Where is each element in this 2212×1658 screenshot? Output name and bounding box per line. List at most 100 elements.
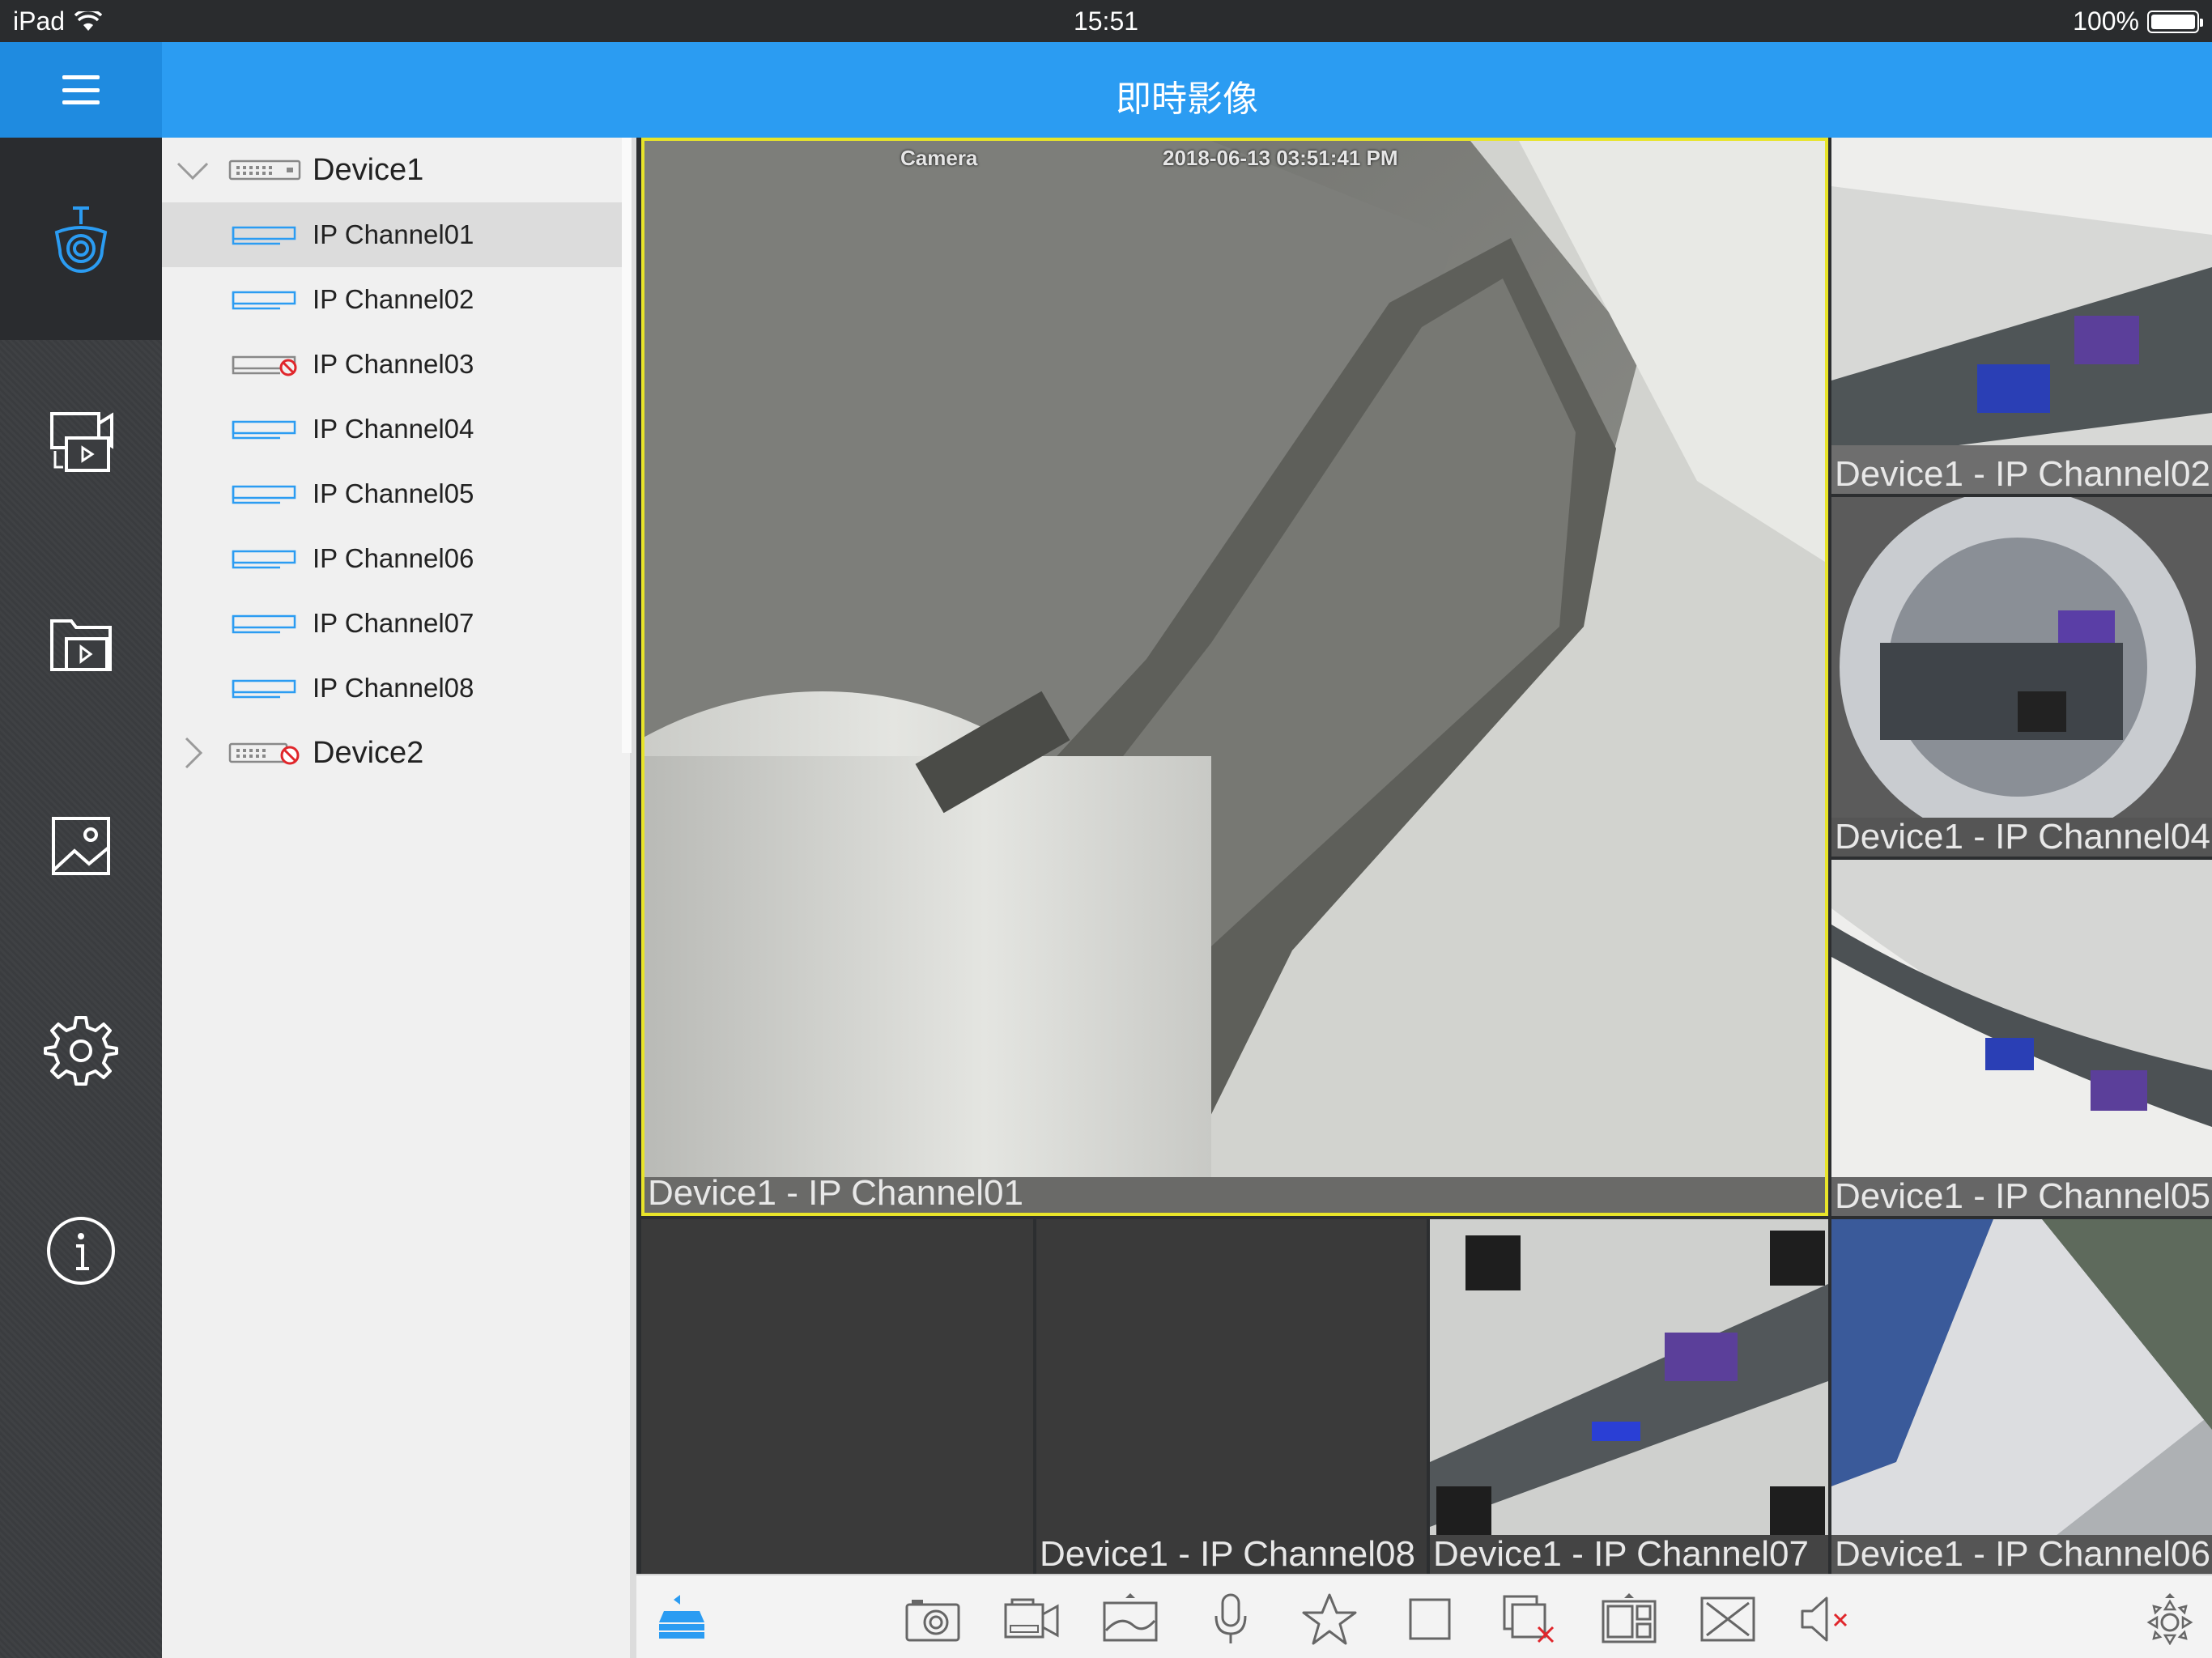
nav-local-video[interactable] [0,542,162,745]
tree-channel[interactable]: IP Channel02 [162,267,623,332]
video-tile-channel06[interactable]: Device1 - IP Channel06 [1831,1219,2212,1574]
camera-feed-image [644,141,1825,1213]
tree-device1[interactable]: Device1 [162,138,623,202]
window-icon [1409,1598,1451,1640]
nav-settings[interactable] [0,947,162,1150]
battery-percent: 100% [2073,6,2139,36]
ip-camera-icon [232,420,296,440]
camera-feed-image [1831,138,2212,494]
tile-caption: Device1 - IP Channel01 [648,1173,1023,1213]
video-tile-main[interactable]: Camera 2018-06-13 03:51:41 PM Device1 - … [641,138,1828,1216]
video-tile-channel08[interactable]: Device1 - IP Channel08 [1036,1219,1427,1574]
battery-icon [2147,10,2203,33]
bottom-toolbar [636,1574,2212,1658]
status-bar: iPad 15:51 100% [0,0,2212,42]
picture-icon [52,817,110,875]
device-list-icon [659,1595,704,1639]
microphone-button[interactable] [1202,1593,1260,1645]
mute-icon [1801,1596,1848,1642]
channel-label: IP Channel04 [313,414,474,444]
image-quality-button[interactable] [1101,1593,1159,1645]
ip-camera-icon [232,550,296,569]
snapshot-icon [905,1600,960,1642]
tree-channel[interactable]: IP Channel04 [162,397,623,461]
chevron-down-icon [177,162,209,181]
channel-label: IP Channel01 [313,219,474,249]
channel-label: IP Channel03 [313,349,474,379]
tree-device2[interactable]: Device2 [162,721,623,785]
ptz-button[interactable] [2141,1593,2199,1646]
tree-channel[interactable]: IP Channel08 [162,656,623,721]
tree-channel[interactable]: IP Channel07 [162,591,623,656]
video-tile-channel02[interactable]: Device1 - IP Channel02 [1831,138,2212,494]
osd-camera-name: Camera [900,146,978,170]
device-tree: Device1 IP Channel01 IP Channel02 IP Chann… [162,138,636,1658]
left-nav-rail [0,138,162,1658]
page-title: 即時影像 [1116,79,1258,119]
microphone-icon [1214,1593,1247,1643]
clock: 15:51 [1073,6,1139,36]
tile-caption: Device1 - IP Channel05 [1835,1176,2210,1216]
osd-timestamp: 2018-06-13 03:51:41 PM [1163,146,1398,170]
channel-label: IP Channel05 [313,478,474,508]
settings-icon [44,1016,118,1086]
ptz-icon [2146,1593,2193,1646]
camera-icon [54,206,108,273]
ip-camera-icon [232,291,296,310]
hamburger-icon [62,75,100,104]
mute-button[interactable] [1799,1593,1857,1645]
tile-caption: Device1 - IP Channel06 [1835,1534,2210,1574]
channel-label: IP Channel08 [313,673,474,703]
device-list-button[interactable] [653,1593,711,1645]
record-icon [1004,1598,1059,1639]
video-grid: Camera 2018-06-13 03:51:41 PM Device1 - … [636,138,2212,1574]
layout-button[interactable] [1600,1593,1658,1645]
info-icon [47,1217,115,1285]
menu-button[interactable] [0,42,162,138]
camera-feed-image [1430,1219,1828,1574]
device2-label: Device2 [313,735,424,770]
channel-label: IP Channel07 [313,608,474,638]
ip-camera-icon [232,679,296,699]
ip-camera-icon [232,485,296,504]
video-tile-channel04[interactable]: Device1 - IP Channel04 [1831,497,2212,857]
header-bar: 即時影像 [162,42,2212,138]
record-button[interactable] [1002,1593,1061,1645]
tree-channel[interactable]: IP Channel05 [162,461,623,526]
video-tile-empty[interactable] [641,1219,1033,1574]
fullscreen-button[interactable] [1699,1593,1757,1645]
tree-channel[interactable]: IP Channel06 [162,526,623,591]
close-window-button[interactable] [1501,1593,1559,1645]
tile-caption: Device1 - IP Channel04 [1835,817,2210,857]
chevron-right-icon [185,737,203,769]
ip-camera-icon [232,614,296,634]
playback-icon [50,412,113,472]
favorite-icon [1302,1593,1357,1645]
video-tile-channel07[interactable]: Device1 - IP Channel07 [1430,1219,1828,1574]
window-button[interactable] [1401,1593,1459,1645]
image-quality-icon [1103,1593,1158,1642]
nav-information[interactable] [0,1150,162,1352]
tile-caption: Device1 - IP Channel07 [1433,1534,1809,1574]
fullscreen-icon [1700,1596,1755,1642]
camera-feed-image [1831,497,2212,857]
channel-label: IP Channel02 [313,284,474,314]
nav-remote-playback[interactable] [0,340,162,542]
ip-camera-offline-icon [232,355,297,376]
close-window-icon [1503,1595,1555,1643]
nav-live-view[interactable] [0,138,162,340]
device1-label: Device1 [313,152,424,187]
dvr-icon [228,159,301,181]
camera-feed-image [1831,860,2212,1216]
tree-channel[interactable]: IP Channel01 [162,202,623,267]
snapshot-button[interactable] [904,1593,962,1645]
tile-caption: Device1 - IP Channel08 [1040,1534,1415,1574]
tree-channel[interactable]: IP Channel03 [162,332,623,397]
nav-pictures[interactable] [0,745,162,947]
favorite-button[interactable] [1300,1593,1359,1645]
video-tile-channel05[interactable]: Device1 - IP Channel05 [1831,860,2212,1216]
layout-icon [1602,1593,1657,1643]
channel-label: IP Channel06 [313,543,474,573]
camera-feed-image [1831,1219,2212,1574]
ip-camera-icon [232,226,296,245]
